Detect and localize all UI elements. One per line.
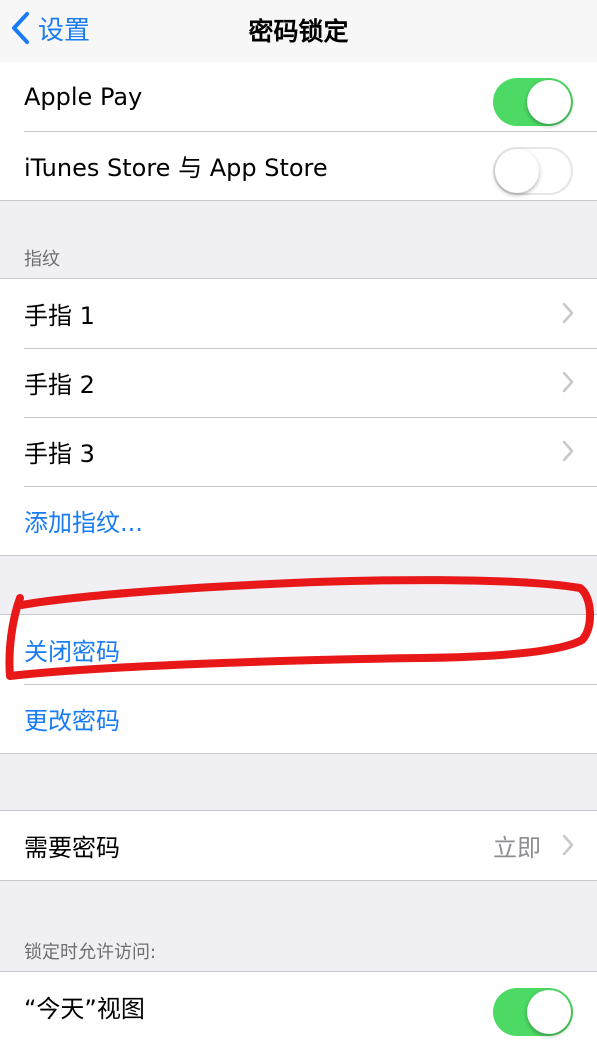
today-view-label: “今天”视图 <box>24 995 145 1023</box>
payment-group: Apple Pay iTunes Store 与 App Store <box>0 62 597 201</box>
passcode-group: 关闭密码 更改密码 <box>0 614 597 754</box>
lock-access-section-header: 锁定时允许访问: <box>24 942 157 963</box>
finger-2-row[interactable]: 手指 2 <box>0 348 597 417</box>
change-passcode-row[interactable]: 更改密码 <box>0 684 597 753</box>
finger-3-row[interactable]: 手指 3 <box>0 417 597 486</box>
finger-3-label: 手指 3 <box>24 440 95 468</box>
finger-1-row[interactable]: 手指 1 <box>0 279 597 348</box>
require-passcode-value: 立即 <box>493 834 541 862</box>
finger-1-label: 手指 1 <box>24 302 95 330</box>
toggle-knob <box>527 80 571 124</box>
today-view-toggle[interactable] <box>493 988 573 1036</box>
finger-2-label: 手指 2 <box>24 371 95 399</box>
navigation-bar: 设置 密码锁定 <box>0 0 597 63</box>
change-passcode-label: 更改密码 <box>24 707 120 735</box>
toggle-knob <box>527 990 571 1034</box>
apple-pay-toggle[interactable] <box>493 78 573 126</box>
require-passcode-label: 需要密码 <box>24 834 120 862</box>
add-fingerprint-label: 添加指纹... <box>24 509 143 537</box>
toggle-knob <box>495 149 539 193</box>
lock-access-group: “今天”视图 <box>0 971 597 1041</box>
require-passcode-row[interactable]: 需要密码 立即 <box>0 811 597 880</box>
itunes-label: iTunes Store 与 App Store <box>24 154 328 182</box>
turn-off-passcode-row[interactable]: 关闭密码 <box>0 615 597 684</box>
turn-off-passcode-label: 关闭密码 <box>24 638 120 666</box>
apple-pay-label: Apple Pay <box>24 82 143 111</box>
require-passcode-group: 需要密码 立即 <box>0 810 597 881</box>
today-view-row: “今天”视图 <box>0 972 597 1041</box>
chevron-right-icon <box>562 440 574 462</box>
itunes-toggle[interactable] <box>493 147 573 195</box>
fingerprint-group: 手指 1 手指 2 手指 3 添加指纹... <box>0 278 597 556</box>
page-title: 密码锁定 <box>248 17 349 46</box>
itunes-row: iTunes Store 与 App Store <box>0 131 597 200</box>
fingerprint-section-header: 指纹 <box>24 249 60 270</box>
apple-pay-row: Apple Pay <box>0 62 597 131</box>
chevron-right-icon <box>562 371 574 393</box>
add-fingerprint-row[interactable]: 添加指纹... <box>0 486 597 555</box>
chevron-right-icon <box>562 834 574 856</box>
chevron-right-icon <box>562 302 574 324</box>
